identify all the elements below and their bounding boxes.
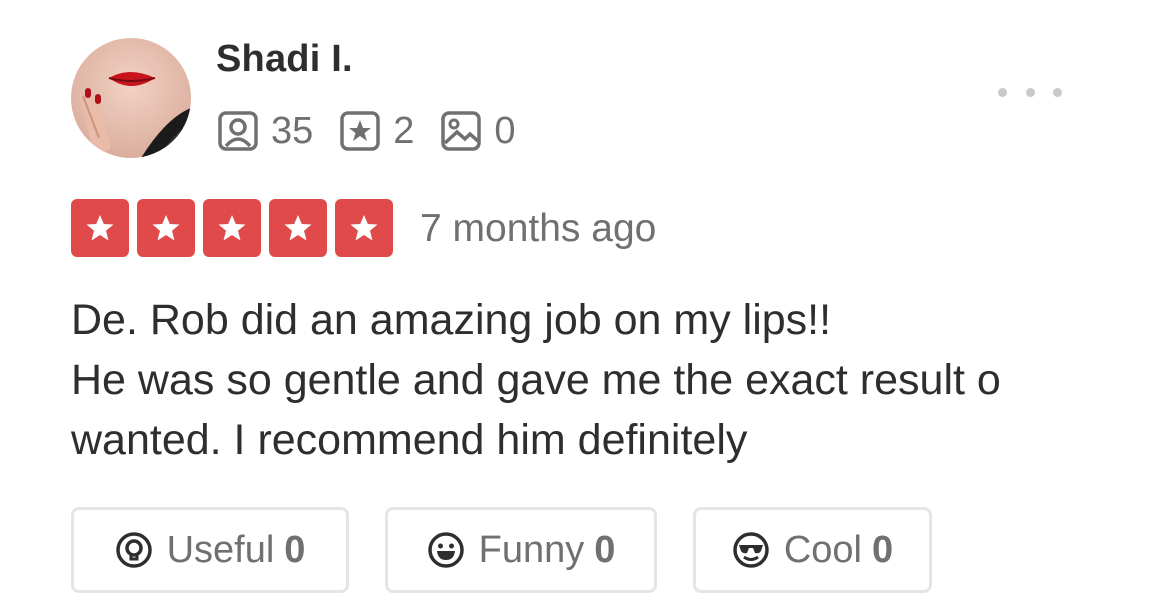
photos-icon [441, 111, 482, 151]
reviews-count: 2 [393, 109, 415, 152]
star-4 [269, 199, 327, 257]
useful-button[interactable]: Useful 0 [71, 507, 349, 593]
cool-count: 0 [872, 528, 894, 571]
star-5 [335, 199, 393, 257]
funny-face-icon [427, 532, 464, 568]
user-stats: 35 2 0 [217, 108, 542, 154]
star-icon [86, 215, 114, 241]
review-line: wanted. I recommend him definitely [71, 416, 748, 464]
more-options-icon[interactable] [998, 80, 1062, 104]
funny-button[interactable]: Funny 0 [385, 507, 657, 593]
star-icon [152, 215, 180, 241]
funny-label: Funny [478, 528, 585, 571]
more-dot [1025, 87, 1035, 97]
review-line: De. Rob did an amazing job on my lips!! [71, 296, 832, 344]
star-3 [203, 199, 261, 257]
cool-button[interactable]: Cool 0 [693, 507, 932, 593]
user-avatar[interactable] [71, 38, 191, 158]
useful-lightbulb-icon [115, 532, 152, 568]
user-name[interactable]: Shadi I. [216, 38, 353, 81]
cool-label: Cool [783, 528, 862, 571]
more-dot [998, 87, 1007, 97]
star-2 [137, 199, 195, 257]
cool-sunglasses-icon [733, 532, 769, 568]
star-icon [350, 215, 378, 241]
star-rating [71, 199, 401, 257]
reviews-stat: 2 [339, 110, 414, 153]
more-dot [1053, 87, 1062, 97]
friends-count: 35 [271, 109, 314, 152]
friends-icon [218, 111, 258, 151]
funny-count: 0 [594, 528, 616, 571]
photos-count: 0 [494, 109, 516, 152]
reviews-star-icon [340, 111, 381, 151]
star-icon [284, 215, 312, 241]
star-icon [218, 215, 246, 241]
star-1 [71, 199, 129, 257]
friends-stat: 35 [217, 110, 313, 153]
review-line: He was so gentle and gave me the exact r… [71, 356, 1001, 404]
photos-stat: 0 [440, 109, 516, 153]
useful-label: Useful [166, 528, 275, 571]
useful-count: 0 [284, 528, 306, 571]
review-text: De. Rob did an amazing job on my lips!! … [71, 290, 1131, 470]
review-date: 7 months ago [420, 207, 657, 250]
